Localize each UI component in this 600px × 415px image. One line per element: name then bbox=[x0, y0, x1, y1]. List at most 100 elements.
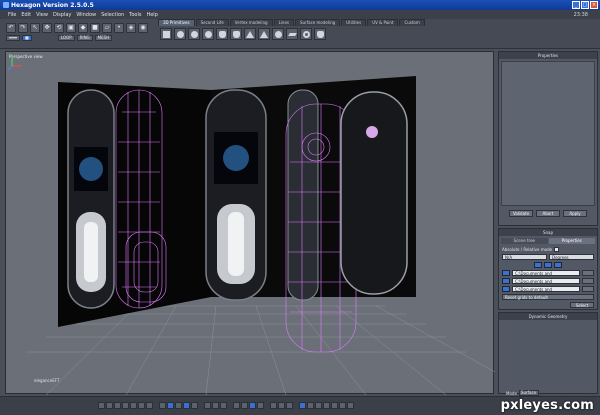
abort-button[interactable]: Abort bbox=[536, 210, 560, 217]
object-icon[interactable]: ◈ bbox=[126, 23, 136, 33]
perspective-viewport[interactable]: Perspective view eleganceEFT bbox=[5, 51, 495, 395]
copy-icon[interactable] bbox=[347, 402, 354, 409]
tab-properties[interactable]: Properties bbox=[548, 238, 595, 244]
display-shaded-icon[interactable] bbox=[159, 402, 166, 409]
group-icon[interactable] bbox=[323, 402, 330, 409]
mode-dropdown[interactable]: Surface bbox=[518, 390, 539, 396]
menu-tools[interactable]: Tools bbox=[129, 12, 141, 18]
snap-vertex-icon[interactable] bbox=[544, 262, 552, 268]
view-back-icon[interactable] bbox=[106, 402, 113, 409]
material-icon[interactable]: ◉ bbox=[138, 23, 148, 33]
move-icon[interactable]: ✥ bbox=[42, 23, 52, 33]
mode-dropdown[interactable]: ▾▾▾▾ bbox=[6, 35, 21, 41]
close-icon[interactable]: × bbox=[590, 1, 598, 9]
maximize-icon[interactable]: □ bbox=[581, 1, 589, 9]
mesh-button[interactable]: MESH bbox=[94, 35, 113, 41]
path-3-icon[interactable] bbox=[502, 286, 510, 292]
select-icon[interactable]: ↖ bbox=[30, 23, 40, 33]
absolute-mode-checkbox[interactable] bbox=[554, 246, 560, 252]
diamond-primitive-icon[interactable] bbox=[272, 28, 284, 40]
edge-icon[interactable]: ▱ bbox=[102, 23, 112, 33]
menu-edit[interactable]: Edit bbox=[21, 12, 31, 18]
loop-button[interactable]: LOOP bbox=[57, 35, 75, 41]
cylinder-primitive-icon[interactable] bbox=[216, 28, 228, 40]
path-field-2[interactable]: C:\Documents and bbox=[512, 278, 580, 284]
axis-toggle-icon[interactable] bbox=[257, 402, 264, 409]
ungroup-icon[interactable] bbox=[331, 402, 338, 409]
menu-file[interactable]: File bbox=[8, 12, 16, 18]
menu-display[interactable]: Display bbox=[53, 12, 71, 18]
tab-uv-paint[interactable]: UV & Paint bbox=[367, 19, 399, 26]
path-1-browse[interactable] bbox=[582, 270, 594, 276]
render-icon[interactable] bbox=[233, 402, 240, 409]
tab-vertex-modeling[interactable]: Vertex modeling bbox=[229, 19, 273, 26]
units-select-right[interactable]: Degrees bbox=[549, 254, 594, 260]
menu-view[interactable]: View bbox=[36, 12, 48, 18]
cone-primitive-icon[interactable] bbox=[244, 28, 256, 40]
undo-icon[interactable]: ↶ bbox=[6, 23, 16, 33]
path-2-browse[interactable] bbox=[582, 278, 594, 284]
tab-scene-tree[interactable]: Scene tree bbox=[501, 238, 548, 244]
pyramid-primitive-icon[interactable] bbox=[258, 28, 270, 40]
display-smooth-icon[interactable] bbox=[175, 402, 182, 409]
path-2-icon[interactable] bbox=[502, 278, 510, 284]
menu-help[interactable]: Help bbox=[146, 12, 157, 18]
cube-primitive-icon[interactable] bbox=[160, 28, 172, 40]
tab-second-life[interactable]: Second Life bbox=[195, 19, 229, 26]
tab-lines[interactable]: Lines bbox=[273, 19, 294, 26]
menu-window[interactable]: Window bbox=[76, 12, 96, 18]
snap-toggle-icon[interactable] bbox=[249, 402, 256, 409]
redo-icon[interactable]: ↷ bbox=[18, 23, 28, 33]
mode-chip[interactable]: ■ bbox=[22, 35, 32, 41]
validate-button[interactable]: Validate bbox=[509, 210, 533, 217]
select-button[interactable]: Select bbox=[570, 302, 594, 308]
apply-button[interactable]: Apply bbox=[563, 210, 587, 217]
plane-primitive-icon[interactable] bbox=[286, 28, 298, 40]
ring-button[interactable]: RING bbox=[76, 35, 93, 41]
display-wire-icon[interactable] bbox=[167, 402, 174, 409]
path-field-3[interactable]: C:\Documents and bbox=[512, 286, 580, 292]
geosphere-primitive-icon[interactable] bbox=[188, 28, 200, 40]
minimize-icon[interactable]: _ bbox=[572, 1, 580, 9]
camera-orbit-icon[interactable] bbox=[220, 402, 227, 409]
lock-icon[interactable]: ▣ bbox=[66, 23, 76, 33]
rotate-icon[interactable]: ⟲ bbox=[54, 23, 64, 33]
tube-primitive-icon[interactable] bbox=[230, 28, 242, 40]
disc-primitive-icon[interactable] bbox=[202, 28, 214, 40]
path-3-browse[interactable] bbox=[582, 286, 594, 292]
hide-icon[interactable] bbox=[278, 402, 285, 409]
torus-primitive-icon[interactable] bbox=[300, 28, 312, 40]
tab-3d-primitives[interactable]: 3D Primitives bbox=[158, 19, 195, 26]
face-icon[interactable]: ■ bbox=[90, 23, 100, 33]
select-all-icon[interactable] bbox=[299, 402, 306, 409]
cube-select-icon[interactable]: ◆ bbox=[78, 23, 88, 33]
show-icon[interactable] bbox=[286, 402, 293, 409]
view-front-icon[interactable] bbox=[98, 402, 105, 409]
tab-utilities[interactable]: Utilities bbox=[341, 19, 367, 26]
camera-pan-icon[interactable] bbox=[204, 402, 211, 409]
view-top-icon[interactable] bbox=[130, 402, 137, 409]
snap-grid-icon[interactable] bbox=[534, 262, 542, 268]
tab-surface-modeling[interactable]: Surface modeling bbox=[295, 19, 341, 26]
reset-grids-button[interactable]: Reset grids to default bbox=[502, 294, 594, 300]
tab-custom[interactable]: Custom bbox=[399, 19, 425, 26]
layer-icon[interactable] bbox=[270, 402, 277, 409]
delete-icon[interactable] bbox=[339, 402, 346, 409]
display-texture-icon[interactable] bbox=[183, 402, 190, 409]
menu-selection[interactable]: Selection bbox=[101, 12, 124, 18]
invert-icon[interactable] bbox=[315, 402, 322, 409]
units-select-left[interactable]: N/A bbox=[502, 254, 547, 260]
path-1-icon[interactable] bbox=[502, 270, 510, 276]
display-light-icon[interactable] bbox=[191, 402, 198, 409]
snap-edge-icon[interactable] bbox=[554, 262, 562, 268]
deselect-icon[interactable] bbox=[307, 402, 314, 409]
vertex-icon[interactable]: • bbox=[114, 23, 124, 33]
view-left-icon[interactable] bbox=[114, 402, 121, 409]
camera-zoom-icon[interactable] bbox=[212, 402, 219, 409]
view-bottom-icon[interactable] bbox=[138, 402, 145, 409]
view-persp-icon[interactable] bbox=[146, 402, 153, 409]
view-right-icon[interactable] bbox=[122, 402, 129, 409]
grid-toggle-icon[interactable] bbox=[241, 402, 248, 409]
sphere-primitive-icon[interactable] bbox=[174, 28, 186, 40]
capsule-primitive-icon[interactable] bbox=[314, 28, 326, 40]
